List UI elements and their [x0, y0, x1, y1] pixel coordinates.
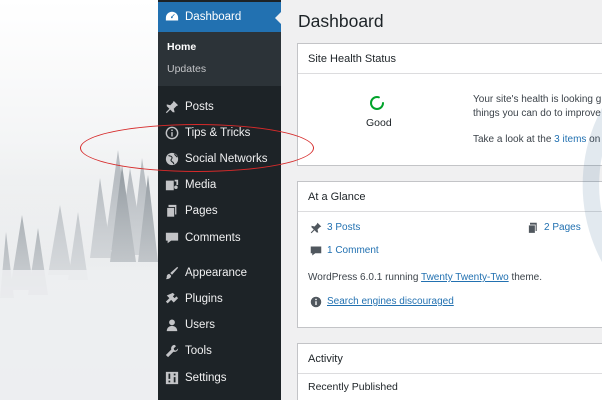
submenu-item-home[interactable]: Home — [167, 41, 196, 53]
sidebar-item-plugins[interactable]: Plugins — [158, 287, 281, 311]
sidebar-item-label: Settings — [185, 372, 227, 384]
version-suffix: theme. — [508, 272, 543, 283]
sidebar-item-appearance[interactable]: Appearance — [158, 261, 281, 285]
posts-count-link[interactable]: 3 Posts — [327, 222, 360, 233]
sidebar-item-settings[interactable]: Settings — [158, 366, 281, 390]
health-text-line2: things you can do to improve — [473, 108, 601, 119]
dashboard-icon — [165, 10, 179, 24]
health-text-line1: Your site's health is looking g — [473, 94, 602, 105]
panel-title: Activity — [298, 344, 602, 374]
user-icon — [165, 318, 179, 332]
info-icon — [310, 296, 322, 308]
pages-icon — [165, 204, 179, 218]
pages-count-link[interactable]: 2 Pages — [544, 222, 581, 233]
at-a-glance-panel: At a Glance 3 Posts 2 Pages 1 Comment Wo… — [297, 181, 602, 328]
search-engines-link[interactable]: Search engines discouraged — [327, 296, 454, 307]
theme-link[interactable]: Twenty Twenty-Two — [421, 272, 509, 283]
settings-icon — [165, 371, 179, 385]
pin-icon — [165, 100, 179, 114]
sidebar-item-posts[interactable]: Posts — [158, 95, 281, 119]
media-icon — [165, 178, 179, 192]
sidebar-item-media[interactable]: Media — [158, 173, 281, 197]
activity-panel: Activity Recently Published — [297, 343, 602, 400]
sidebar-item-comments[interactable]: Comments — [158, 226, 281, 250]
dashboard-submenu: Home Updates — [158, 32, 281, 86]
sidebar-item-label: Media — [185, 179, 217, 191]
sidebar-item-label: Dashboard — [185, 11, 242, 23]
panel-title: Site Health Status — [298, 44, 602, 74]
page-title: Dashboard — [298, 11, 384, 31]
sidebar-item-label: Pages — [185, 205, 218, 217]
sidebar-item-label: Users — [185, 319, 216, 331]
plugin-icon — [165, 292, 179, 306]
version-prefix: WordPress 6.0.1 running — [308, 272, 422, 283]
panel-title: At a Glance — [298, 182, 602, 212]
pages-icon — [527, 222, 539, 234]
sidebar-item-pages[interactable]: Pages — [158, 199, 281, 223]
health-items-link[interactable]: 3 items — [554, 134, 586, 145]
comment-icon — [310, 245, 322, 257]
site-health-panel: Site Health Status Good Your site's heal… — [297, 43, 602, 166]
highlight-annotation — [80, 124, 314, 172]
comments-count-link[interactable]: 1 Comment — [327, 245, 379, 256]
sidebar-item-label: Comments — [185, 232, 241, 244]
health-text-prefix: Take a look at the — [473, 134, 555, 145]
comment-icon — [165, 231, 179, 245]
version-text: WordPress 6.0.1 running Twenty Twenty-Tw… — [308, 272, 542, 283]
sidebar-item-label: Posts — [185, 101, 214, 113]
health-status-label: Good — [366, 117, 392, 129]
health-status-icon — [370, 96, 384, 110]
health-text-line3: Take a look at the 3 items on — [473, 134, 600, 145]
sidebar-item-label: Appearance — [185, 267, 248, 279]
sidebar-item-dashboard[interactable]: Dashboard — [158, 2, 282, 32]
sidebar-item-label: Tools — [185, 345, 212, 357]
brush-icon — [165, 266, 179, 280]
main-content: Dashboard Site Health Status Good Your s… — [281, 0, 602, 400]
submenu-item-updates[interactable]: Updates — [167, 63, 206, 75]
sidebar-item-label: Plugins — [185, 293, 223, 305]
pin-icon — [310, 222, 322, 234]
sidebar-item-users[interactable]: Users — [158, 313, 281, 337]
sidebar-item-tools[interactable]: Tools — [158, 339, 281, 363]
activity-subtitle: Recently Published — [308, 381, 398, 393]
admin-sidebar: Dashboard Home Updates Posts Tips & Tric… — [158, 0, 282, 400]
wrench-icon — [165, 344, 179, 358]
health-text-suffix: on — [586, 134, 601, 145]
background-photo — [0, 0, 158, 400]
